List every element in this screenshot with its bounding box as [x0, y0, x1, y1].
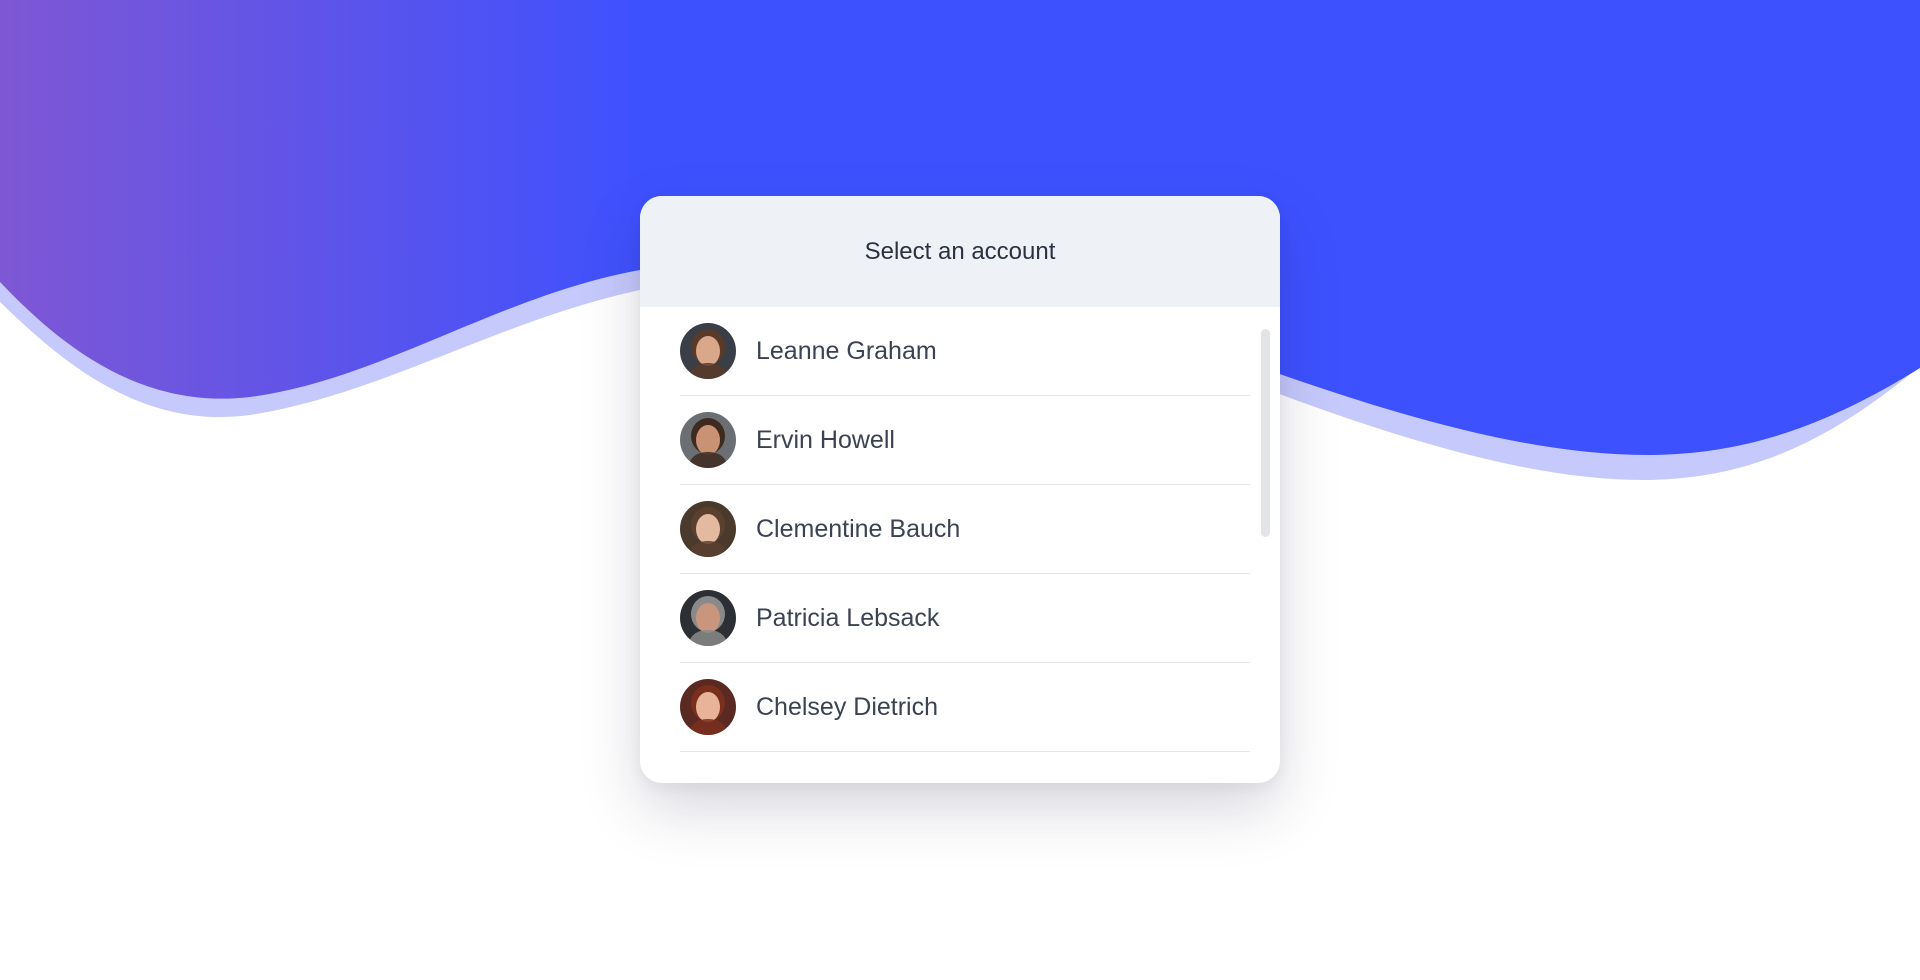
avatar: [680, 501, 736, 557]
card-title: Select an account: [864, 237, 1056, 265]
avatar: [680, 323, 736, 379]
account-name: Patricia Lebsack: [756, 603, 940, 632]
avatar: [680, 590, 736, 646]
scrollbar[interactable]: [1261, 329, 1270, 537]
account-items: Leanne Graham Ervin Howell Clementine Bauc…: [640, 307, 1280, 752]
card-header: Select an account: [640, 196, 1280, 307]
account-name: Leanne Graham: [756, 336, 937, 365]
account-selector-card: Select an account Leanne Graham Ervin How…: [640, 196, 1280, 783]
account-item[interactable]: Leanne Graham: [680, 307, 1250, 396]
account-item[interactable]: Clementine Bauch: [680, 485, 1250, 574]
account-name: Ervin Howell: [756, 425, 895, 454]
account-name: Chelsey Dietrich: [756, 692, 939, 721]
account-item[interactable]: Chelsey Dietrich: [680, 663, 1250, 752]
account-list[interactable]: Leanne Graham Ervin Howell Clementine Bauc…: [640, 307, 1280, 783]
avatar: [680, 679, 736, 735]
account-name: Clementine Bauch: [756, 514, 961, 543]
avatar: [680, 412, 736, 468]
account-item[interactable]: Ervin Howell: [680, 396, 1250, 485]
page: Select an account Leanne Graham Ervin How…: [0, 0, 1920, 980]
account-item[interactable]: Patricia Lebsack: [680, 574, 1250, 663]
